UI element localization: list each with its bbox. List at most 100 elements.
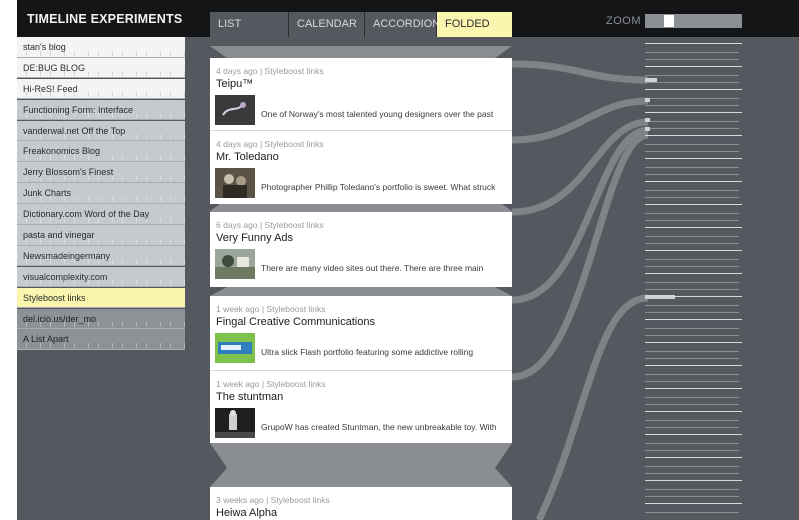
sidebar-item-visualcomplexity[interactable]: visualcomplexity.com — [17, 266, 185, 288]
ruler-line — [645, 243, 739, 244]
ruler-line — [645, 105, 739, 106]
ruler-marker — [645, 78, 657, 82]
sidebar-item-a-list-apart[interactable]: A List Apart — [17, 329, 185, 350]
post-title[interactable]: The stuntman — [216, 391, 283, 403]
post-card[interactable]: 1 week ago | Styleboost links Fingal Cre… — [210, 296, 512, 371]
ruler-line — [645, 167, 739, 168]
post-card[interactable]: 6 days ago | Styleboost links Very Funny… — [210, 212, 512, 287]
sidebar-item-stans-blog[interactable]: stan's blog — [17, 37, 185, 58]
sidebar-item-freakonomics[interactable]: Freakonomics Blog — [17, 141, 185, 162]
ruler-line — [645, 312, 739, 313]
timeline-connector — [511, 97, 649, 144]
ruler-line — [645, 466, 739, 467]
ruler-line — [645, 144, 739, 145]
ruler-line — [645, 443, 739, 444]
fold-wedge — [210, 443, 512, 468]
zoom-slider-handle[interactable] — [664, 15, 674, 27]
post-card[interactable]: 4 days ago | Styleboost links Teipu™ One… — [210, 58, 512, 131]
sidebar-item-debug-blog[interactable]: DE:BUG BLOG — [17, 57, 185, 79]
ruler-line — [645, 358, 739, 359]
post-title[interactable]: Very Funny Ads — [216, 232, 293, 244]
tab-calendar[interactable]: CALENDAR — [289, 12, 365, 37]
sidebar-item-delicious[interactable]: del.icio.us/der_mo — [17, 308, 185, 330]
post-meta: 4 days ago | Styleboost links — [216, 139, 324, 149]
post-meta: 6 days ago | Styleboost links — [216, 220, 324, 230]
ruler-line — [645, 98, 739, 99]
sidebar-item-dictionary[interactable]: Dictionary.com Word of the Day — [17, 204, 185, 225]
sidebar-item-styleboost-links[interactable]: Styleboost links — [17, 287, 185, 309]
tab-list[interactable]: LIST — [210, 12, 289, 37]
sidebar-item-hi-res-feed[interactable]: Hi-ReS! Feed — [17, 78, 185, 100]
post-thumbnail — [215, 408, 255, 438]
ruler-line — [645, 128, 739, 129]
sidebar-item-label: Styleboost links — [23, 292, 86, 303]
post-title[interactable]: Teipu™ — [216, 78, 253, 90]
post-thumbnail — [215, 333, 255, 363]
ruler-line — [645, 489, 739, 490]
ruler-line — [645, 335, 739, 336]
ruler-line — [645, 52, 739, 53]
sidebar-item-pasta-and-vinegar[interactable]: pasta and vinegar — [17, 225, 185, 246]
ruler-line — [645, 250, 742, 251]
ruler-line — [645, 397, 739, 398]
fold-wedge — [210, 46, 512, 58]
app-title: TIMELINE EXPERIMENTS — [27, 12, 183, 26]
ruler-line — [645, 197, 739, 198]
ruler-line — [645, 112, 742, 113]
tab-accordion[interactable]: ACCORDION — [365, 12, 440, 37]
post-title[interactable]: Mr. Toledano — [216, 151, 279, 163]
ruler-line — [645, 427, 739, 428]
ruler-line — [645, 75, 739, 76]
ruler-line — [645, 273, 742, 274]
post-excerpt: Ultra slick Flash portfolio featuring so… — [261, 347, 474, 357]
app-window: TIMELINE EXPERIMENTS LIST CALENDAR ACCOR… — [17, 0, 799, 520]
ruler-line — [645, 289, 739, 290]
timeline-connector — [511, 126, 649, 304]
post-card[interactable]: 4 days ago | Styleboost links Mr. Toleda… — [210, 131, 512, 204]
sidebar-item-vanderwal[interactable]: vanderwal.net Off the Top — [17, 120, 185, 142]
ruler-line — [645, 328, 739, 329]
sidebar-item-functioning-form[interactable]: Functioning Form: Interface — [17, 99, 185, 121]
ruler-line — [645, 259, 739, 260]
sidebar-item-jerry-blossom[interactable]: Jerry Blossom's Finest — [17, 162, 185, 183]
post-card[interactable]: 1 week ago | Styleboost links The stuntm… — [210, 371, 512, 443]
ruler-marker — [645, 98, 650, 102]
timeline-connector — [511, 60, 649, 84]
ruler-line — [645, 512, 739, 513]
ruler-line — [645, 496, 739, 497]
ruler-line — [645, 319, 742, 320]
ruler-marker — [645, 118, 650, 122]
sidebar-item-newsmadeingermany[interactable]: Newsmadeingermany — [17, 245, 185, 267]
post-title[interactable]: Heiwa Alpha — [216, 507, 277, 519]
post-excerpt: There are many video sites out there. Th… — [261, 263, 484, 273]
post-meta: 1 week ago | Styleboost links — [216, 304, 326, 314]
post-title[interactable]: Fingal Creative Communications — [216, 316, 375, 328]
ruler-line — [645, 66, 742, 67]
ruler-line — [645, 450, 739, 451]
ruler-line — [645, 204, 742, 205]
ruler-line — [645, 342, 742, 343]
ruler-line — [645, 59, 739, 60]
zoom-slider[interactable] — [645, 14, 742, 28]
ruler-line — [645, 174, 739, 175]
fold-wedge — [210, 287, 512, 296]
post-meta: 3 weeks ago | Styleboost links — [216, 495, 330, 505]
tab-folded[interactable]: FOLDED — [437, 12, 512, 37]
ruler-line — [645, 213, 739, 214]
ruler-line — [645, 473, 739, 474]
post-meta: 4 days ago | Styleboost links — [216, 66, 324, 76]
view-tabs: LIST CALENDAR ACCORDION FOLDED — [210, 12, 512, 37]
ruler-line — [645, 374, 739, 375]
feed-sidebar: stan's blog DE:BUG BLOG Hi-ReS! Feed Fun… — [17, 37, 185, 350]
ruler-line — [645, 381, 739, 382]
zoom-label: ZOOM — [606, 15, 641, 27]
sidebar-item-junk-charts[interactable]: Junk Charts — [17, 183, 185, 204]
post-card[interactable]: 3 weeks ago | Styleboost links Heiwa Alp… — [210, 487, 512, 520]
ruler-marker — [645, 295, 675, 299]
ruler-line — [645, 420, 739, 421]
ruler-line — [645, 266, 739, 267]
ruler-line — [645, 135, 742, 136]
ruler-line — [645, 404, 739, 405]
ruler-line — [645, 121, 739, 122]
ruler-line — [645, 434, 742, 435]
